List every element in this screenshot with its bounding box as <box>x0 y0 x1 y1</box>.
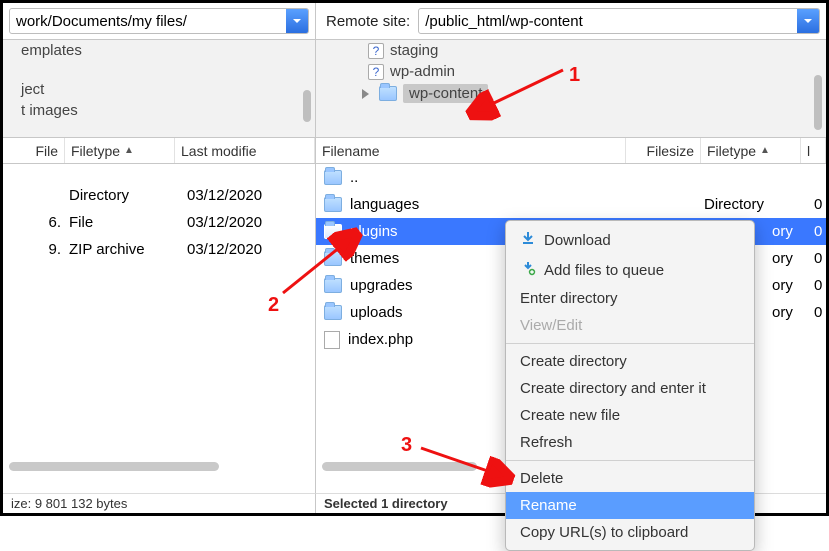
local-path-cell: work/Documents/my files/ <box>3 3 316 39</box>
col-filetype[interactable]: Filetype▲ <box>701 138 801 163</box>
list-row[interactable]: 9. ZIP archive 03/12/2020 <box>3 236 315 263</box>
tree-item-staging[interactable]: ? staging <box>316 40 826 61</box>
menu-refresh[interactable]: Refresh <box>506 429 754 456</box>
tree-item-wp-content[interactable]: wp-content <box>316 82 826 105</box>
menu-add-queue[interactable]: Add files to queue <box>506 255 754 285</box>
menu-view-edit: View/Edit <box>506 312 754 339</box>
menu-copy-url[interactable]: Copy URL(s) to clipboard <box>506 519 754 546</box>
menu-create-file[interactable]: Create new file <box>506 402 754 429</box>
col-filetype[interactable]: Filetype▲ <box>65 138 175 163</box>
folder-icon <box>324 170 342 185</box>
local-tree[interactable]: emplates ject t images <box>3 40 316 138</box>
chevron-down-icon[interactable] <box>286 9 308 33</box>
menu-enter-directory[interactable]: Enter directory <box>506 285 754 312</box>
add-queue-icon <box>520 260 536 280</box>
folder-icon <box>324 305 342 320</box>
local-status: ize: 9 801 132 bytes <box>3 493 316 513</box>
menu-rename[interactable]: Rename <box>506 492 754 519</box>
tree-item-label: wp-content <box>403 84 488 103</box>
col-last[interactable]: l <box>801 138 826 163</box>
col-modified[interactable]: Last modifie <box>175 138 315 163</box>
tree-item[interactable]: emplates <box>3 40 315 61</box>
tree-item[interactable]: ject <box>3 79 315 100</box>
context-menu: Download Add files to queue Enter direct… <box>505 220 755 551</box>
local-path-combo[interactable]: work/Documents/my files/ <box>9 8 309 34</box>
sort-asc-icon: ▲ <box>124 145 134 156</box>
menu-download[interactable]: Download <box>506 225 754 255</box>
tree-item-wp-admin[interactable]: ? wp-admin <box>316 61 826 82</box>
path-bar: work/Documents/my files/ Remote site: /p… <box>3 3 826 40</box>
list-row-parent[interactable]: .. <box>316 164 826 191</box>
remote-path-cell: Remote site: /public_html/wp-content <box>316 3 826 39</box>
local-file-list[interactable]: Directory 03/12/2020 6. File 03/12/2020 … <box>3 164 316 493</box>
scrollbar-thumb[interactable] <box>303 90 311 122</box>
tree-item[interactable]: t images <box>3 100 315 121</box>
file-icon <box>324 331 340 349</box>
menu-create-directory[interactable]: Create directory <box>506 348 754 375</box>
scrollbar-thumb[interactable] <box>322 462 477 471</box>
col-filesize[interactable]: Filesize <box>626 138 701 163</box>
menu-delete[interactable]: Delete <box>506 465 754 492</box>
remote-path-combo[interactable]: /public_html/wp-content <box>418 8 820 34</box>
folder-icon <box>324 224 342 239</box>
scrollbar-thumb[interactable] <box>9 462 219 471</box>
folder-icon <box>324 197 342 212</box>
remote-tree[interactable]: ? staging ? wp-admin wp-content <box>316 40 826 138</box>
local-columns: File Filetype▲ Last modifie <box>3 138 316 164</box>
unknown-icon: ? <box>368 64 384 80</box>
sort-asc-icon: ▲ <box>760 145 770 156</box>
col-filename[interactable]: Filename <box>316 138 626 163</box>
list-row[interactable]: Directory 03/12/2020 <box>3 182 315 209</box>
remote-columns: Filename Filesize Filetype▲ l <box>316 138 826 164</box>
folder-icon <box>324 278 342 293</box>
scrollbar-thumb[interactable] <box>814 75 822 130</box>
folder-icon <box>379 86 397 101</box>
folder-icon <box>324 251 342 266</box>
remote-path-text: /public_html/wp-content <box>425 13 583 30</box>
local-path-text: work/Documents/my files/ <box>16 13 187 30</box>
list-row[interactable]: 6. File 03/12/2020 <box>3 209 315 236</box>
chevron-down-icon[interactable] <box>797 9 819 33</box>
list-row[interactable]: languages Directory 0 <box>316 191 826 218</box>
menu-create-directory-enter[interactable]: Create directory and enter it <box>506 375 754 402</box>
disclosure-triangle-icon[interactable] <box>362 89 369 99</box>
col-file[interactable]: File <box>3 138 65 163</box>
download-icon <box>520 230 536 250</box>
unknown-icon: ? <box>368 43 384 59</box>
remote-path-label: Remote site: <box>322 13 410 30</box>
